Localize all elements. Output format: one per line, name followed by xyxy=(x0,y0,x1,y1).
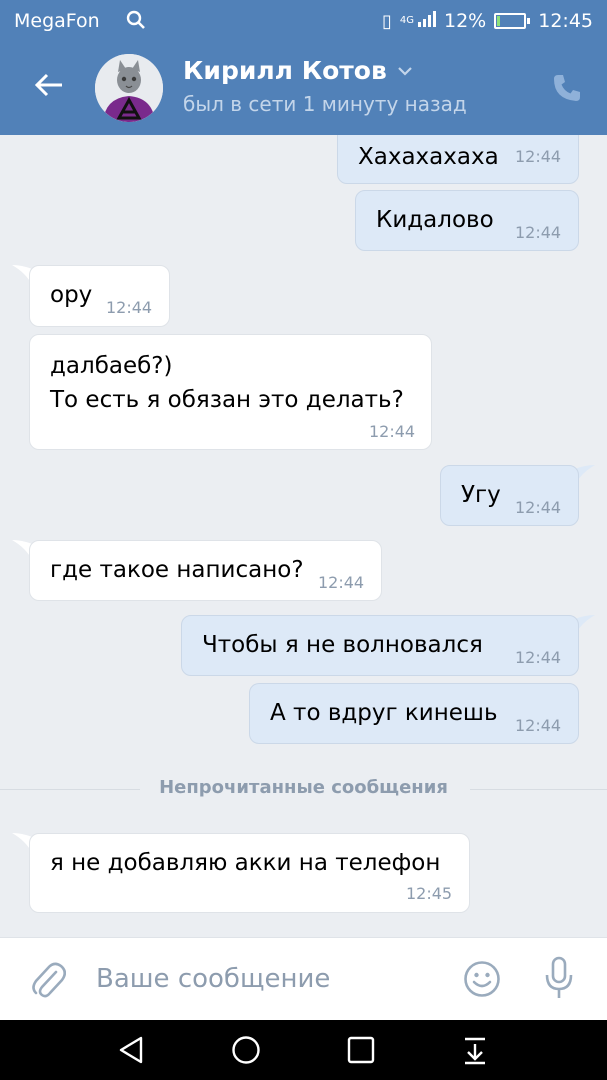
microphone-icon[interactable] xyxy=(543,956,575,1000)
network-type: 4G xyxy=(399,15,414,26)
search-icon xyxy=(126,10,146,35)
message-text: ору xyxy=(50,282,93,308)
incoming-message[interactable]: я не добавляю акки на телефон 12:45 xyxy=(29,833,470,913)
back-arrow-icon[interactable] xyxy=(34,70,64,100)
message-time: 12:44 xyxy=(515,498,562,517)
avatar[interactable] xyxy=(95,54,163,122)
message-text: А то вдруг кинешь xyxy=(270,700,498,726)
message-text: далбаеб?) То есть я обязан это делать? xyxy=(50,353,404,413)
message-text: Хахахахаха xyxy=(358,144,499,170)
message-input[interactable]: Ваше сообщение xyxy=(96,964,330,994)
vibrate-icon: ▯ xyxy=(381,10,392,32)
contact-name[interactable]: Кирилл Котов xyxy=(183,56,387,85)
message-time: 12:44 xyxy=(515,223,562,242)
recents-nav-icon[interactable] xyxy=(345,1034,377,1066)
message-time: 12:45 xyxy=(406,884,453,903)
unread-divider-label: Непрочитанные сообщения xyxy=(159,777,448,798)
message-time: 12:44 xyxy=(369,422,416,441)
last-seen-status: был в сети 1 минуту назад xyxy=(183,92,467,116)
incoming-message[interactable]: далбаеб?) То есть я обязан это делать? 1… xyxy=(29,334,432,450)
emoji-icon[interactable] xyxy=(463,960,501,998)
message-time: 12:44 xyxy=(515,648,562,667)
message-text: я не добавляю акки на телефон xyxy=(50,850,441,876)
incoming-message[interactable]: ору 12:44 xyxy=(29,265,170,327)
message-text: Кидалово xyxy=(376,207,494,233)
attach-icon[interactable] xyxy=(30,960,67,1000)
outgoing-message[interactable]: Угу 12:44 xyxy=(440,465,579,526)
message-time: 12:44 xyxy=(106,298,153,317)
message-time: 12:44 xyxy=(515,147,562,166)
phone-icon[interactable] xyxy=(551,72,583,104)
home-nav-icon[interactable] xyxy=(230,1034,262,1066)
battery-icon xyxy=(494,13,531,29)
outgoing-message[interactable]: А то вдруг кинешь 12:44 xyxy=(249,683,579,744)
navigation-bar xyxy=(0,1020,607,1080)
clock: 12:45 xyxy=(538,10,593,32)
outgoing-message[interactable]: Хахахахаха 12:44 xyxy=(337,135,579,184)
battery-percent: 12% xyxy=(444,10,487,32)
message-composer: Ваше сообщение xyxy=(0,937,607,1020)
notifications-nav-icon[interactable] xyxy=(459,1034,491,1066)
chat-header: Кирилл Котов был в сети 1 минуту назад xyxy=(0,42,607,135)
message-text: Чтобы я не волновался xyxy=(202,632,483,658)
message-text: где такое написано? xyxy=(50,557,304,583)
status-bar: MegaFon ▯ 4G 12% 12:45 xyxy=(0,0,607,42)
incoming-message[interactable]: где такое написано? 12:44 xyxy=(29,540,382,601)
outgoing-message[interactable]: Чтобы я не волновался 12:44 xyxy=(181,615,579,676)
message-time: 12:44 xyxy=(515,716,562,735)
unread-divider: Непрочитанные сообщения xyxy=(0,775,607,805)
chevron-down-icon[interactable] xyxy=(397,61,413,80)
message-text: Угу xyxy=(461,482,501,508)
outgoing-message[interactable]: Кидалово 12:44 xyxy=(355,190,579,251)
message-time: 12:44 xyxy=(318,573,365,592)
message-list[interactable]: Хахахахаха 12:44 Кидалово 12:44 ору 12:4… xyxy=(0,135,607,937)
signal-icon xyxy=(418,10,436,32)
carrier-name: MegaFon xyxy=(14,10,100,32)
back-nav-icon[interactable] xyxy=(116,1034,148,1066)
